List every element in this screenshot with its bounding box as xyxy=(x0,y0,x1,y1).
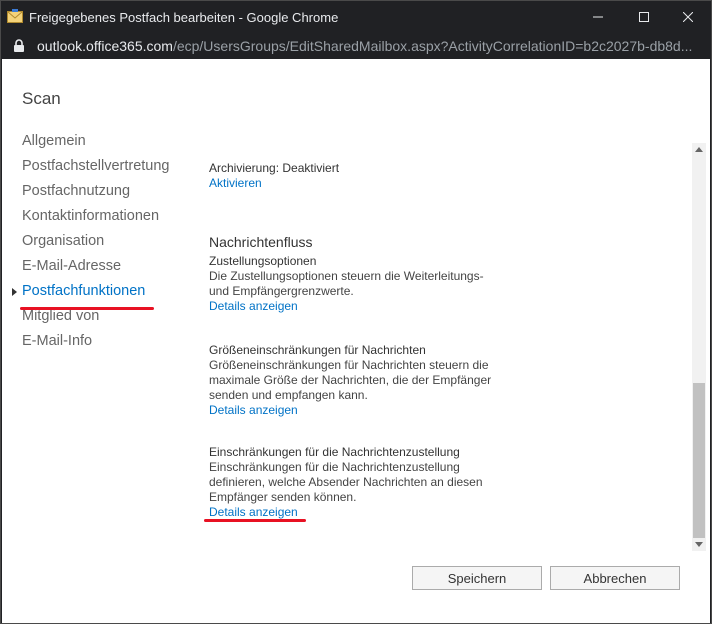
nav-item-postfachfunktionen[interactable]: Postfachfunktionen xyxy=(12,283,170,308)
window-title: Freigegebenes Postfach bearbeiten - Goog… xyxy=(29,10,339,25)
address-bar[interactable]: outlook.office365.com/ecp/UsersGroups/Ed… xyxy=(1,33,711,59)
active-arrow-icon xyxy=(12,288,17,296)
nav-item-mitglied-von[interactable]: Mitglied von xyxy=(22,308,170,333)
dialog-content: Scan Allgemein Postfachstellvertretung P… xyxy=(2,59,710,623)
url-host: outlook.office365.com xyxy=(37,38,173,54)
red-highlight-underline-nav xyxy=(20,307,154,310)
size-restrictions-desc-3: senden und empfangen kann. xyxy=(209,388,368,402)
url-path: /ecp/UsersGroups/EditSharedMailbox.aspx?… xyxy=(172,38,693,54)
delivery-restrictions-desc-3: Empfänger senden können. xyxy=(209,490,357,504)
delivery-options-details-link[interactable]: Details anzeigen xyxy=(209,299,689,314)
size-restrictions-section: Größeneinschränkungen für Nachrichten Gr… xyxy=(209,343,689,418)
delivery-restrictions-desc-1: Einschränkungen für die Nachrichtenzuste… xyxy=(209,460,460,474)
title-bar: Freigegebenes Postfach bearbeiten - Goog… xyxy=(1,1,711,33)
settings-scroll-pane: Archivierung: Deaktiviert Aktivieren Nac… xyxy=(209,149,689,549)
mail-envelope-icon xyxy=(7,9,23,23)
side-navigation: Allgemein Postfachstellvertretung Postfa… xyxy=(12,133,170,358)
delivery-restrictions-section: Einschränkungen für die Nachrichtenzuste… xyxy=(209,445,689,520)
nav-item-e-mail-adresse[interactable]: E-Mail-Adresse xyxy=(22,258,170,283)
cancel-button[interactable]: Abbrechen xyxy=(550,566,680,590)
delivery-restrictions-desc-2: definieren, welche Absender Nachrichten … xyxy=(209,475,483,489)
browser-window: Freigegebenes Postfach bearbeiten - Goog… xyxy=(0,0,712,624)
nav-item-organisation[interactable]: Organisation xyxy=(22,233,170,258)
nav-item-kontaktinformationen[interactable]: Kontaktinformationen xyxy=(22,208,170,233)
nav-item-allgemein[interactable]: Allgemein xyxy=(22,133,170,158)
archiving-section: Archivierung: Deaktiviert Aktivieren xyxy=(209,161,689,191)
scrollbar-thumb[interactable] xyxy=(693,383,705,538)
size-restrictions-details-link[interactable]: Details anzeigen xyxy=(209,403,689,418)
mailflow-heading: Nachrichtenfluss xyxy=(209,234,313,250)
minimize-icon xyxy=(593,16,603,18)
maximize-button[interactable] xyxy=(621,1,667,33)
nav-item-label: Postfachfunktionen xyxy=(22,283,146,299)
archiving-status: Archivierung: Deaktiviert xyxy=(209,161,340,175)
size-restrictions-desc-2: maximale Größe der Nachrichten, die der … xyxy=(209,373,492,387)
lock-icon[interactable] xyxy=(13,39,25,53)
minimize-button[interactable] xyxy=(575,1,621,33)
scroll-down-arrow-icon[interactable] xyxy=(695,542,703,547)
mailflow-section: Nachrichtenfluss Zustellungsoptionen Die… xyxy=(209,235,689,314)
delivery-options-desc-1: Die Zustellungsoptionen steuern die Weit… xyxy=(209,269,484,283)
size-restrictions-desc-1: Größeneinschränkungen für Nachrichten st… xyxy=(209,358,489,372)
url-text[interactable]: outlook.office365.com/ecp/UsersGroups/Ed… xyxy=(37,38,701,54)
delivery-restrictions-title: Einschränkungen für die Nachrichtenzuste… xyxy=(209,445,460,459)
delivery-options-desc-2: und Empfängergrenzwerte. xyxy=(209,284,354,298)
scroll-up-arrow-icon[interactable] xyxy=(695,147,703,152)
activate-archive-link[interactable]: Aktivieren xyxy=(209,176,689,191)
red-highlight-underline-details xyxy=(204,519,306,522)
maximize-icon xyxy=(639,12,649,22)
close-button[interactable] xyxy=(665,1,711,33)
page-title: Scan xyxy=(22,89,61,108)
nav-item-e-mail-info[interactable]: E-Mail-Info xyxy=(22,333,170,358)
size-restrictions-title: Größeneinschränkungen für Nachrichten xyxy=(209,343,426,357)
save-button[interactable]: Speichern xyxy=(412,566,542,590)
nav-item-postfachstellvertretung[interactable]: Postfachstellvertretung xyxy=(22,158,170,183)
delivery-restrictions-details-link[interactable]: Details anzeigen xyxy=(209,505,689,520)
close-icon xyxy=(683,12,693,22)
delivery-options-title: Zustellungsoptionen xyxy=(209,254,317,268)
vertical-scrollbar[interactable] xyxy=(692,143,706,551)
nav-item-postfachnutzung[interactable]: Postfachnutzung xyxy=(22,183,170,208)
